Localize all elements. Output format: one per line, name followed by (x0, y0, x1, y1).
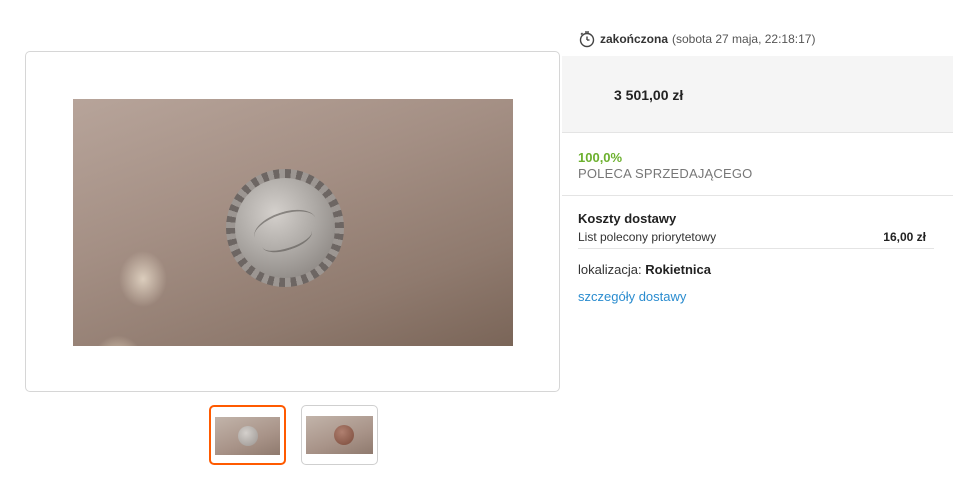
location-label: lokalizacja: (578, 262, 642, 277)
thumbnail-2[interactable] (301, 405, 378, 465)
delivery-option-row: List polecony priorytetowy 16,00 zł (578, 230, 934, 249)
delivery-title: Koszty dostawy (578, 211, 677, 226)
stopwatch-icon (579, 31, 595, 48)
seller-rating-box: 100,0% POLECA SPRZEDAJĄCEGO (562, 133, 953, 196)
price: 3 501,00 zł (614, 87, 684, 103)
recommend-percent: 100,0% (578, 150, 623, 165)
thumbnail-1[interactable] (209, 405, 286, 465)
bottle-cap-image (226, 169, 344, 287)
delivery-cost: 16,00 zł (883, 230, 926, 244)
location: lokalizacja: Rokietnica (578, 262, 934, 277)
main-photo-frame (25, 51, 560, 392)
delivery-section: Koszty dostawy List polecony priorytetow… (578, 211, 934, 306)
end-time: (sobota 27 maja, 22:18:17) (672, 32, 816, 46)
status-label: zakończona (600, 32, 669, 46)
delivery-details-link[interactable]: szczegóły dostawy (578, 289, 686, 304)
recommend-label: POLECA SPRZEDAJĄCEGO (578, 166, 753, 181)
price-box: 3 501,00 zł (562, 56, 953, 133)
delivery-method: List polecony priorytetowy (578, 230, 717, 244)
auction-status: zakończona (sobota 27 maja, 22:18:17) (578, 30, 815, 48)
location-city: Rokietnica (645, 262, 711, 277)
main-photo[interactable] (73, 99, 513, 346)
